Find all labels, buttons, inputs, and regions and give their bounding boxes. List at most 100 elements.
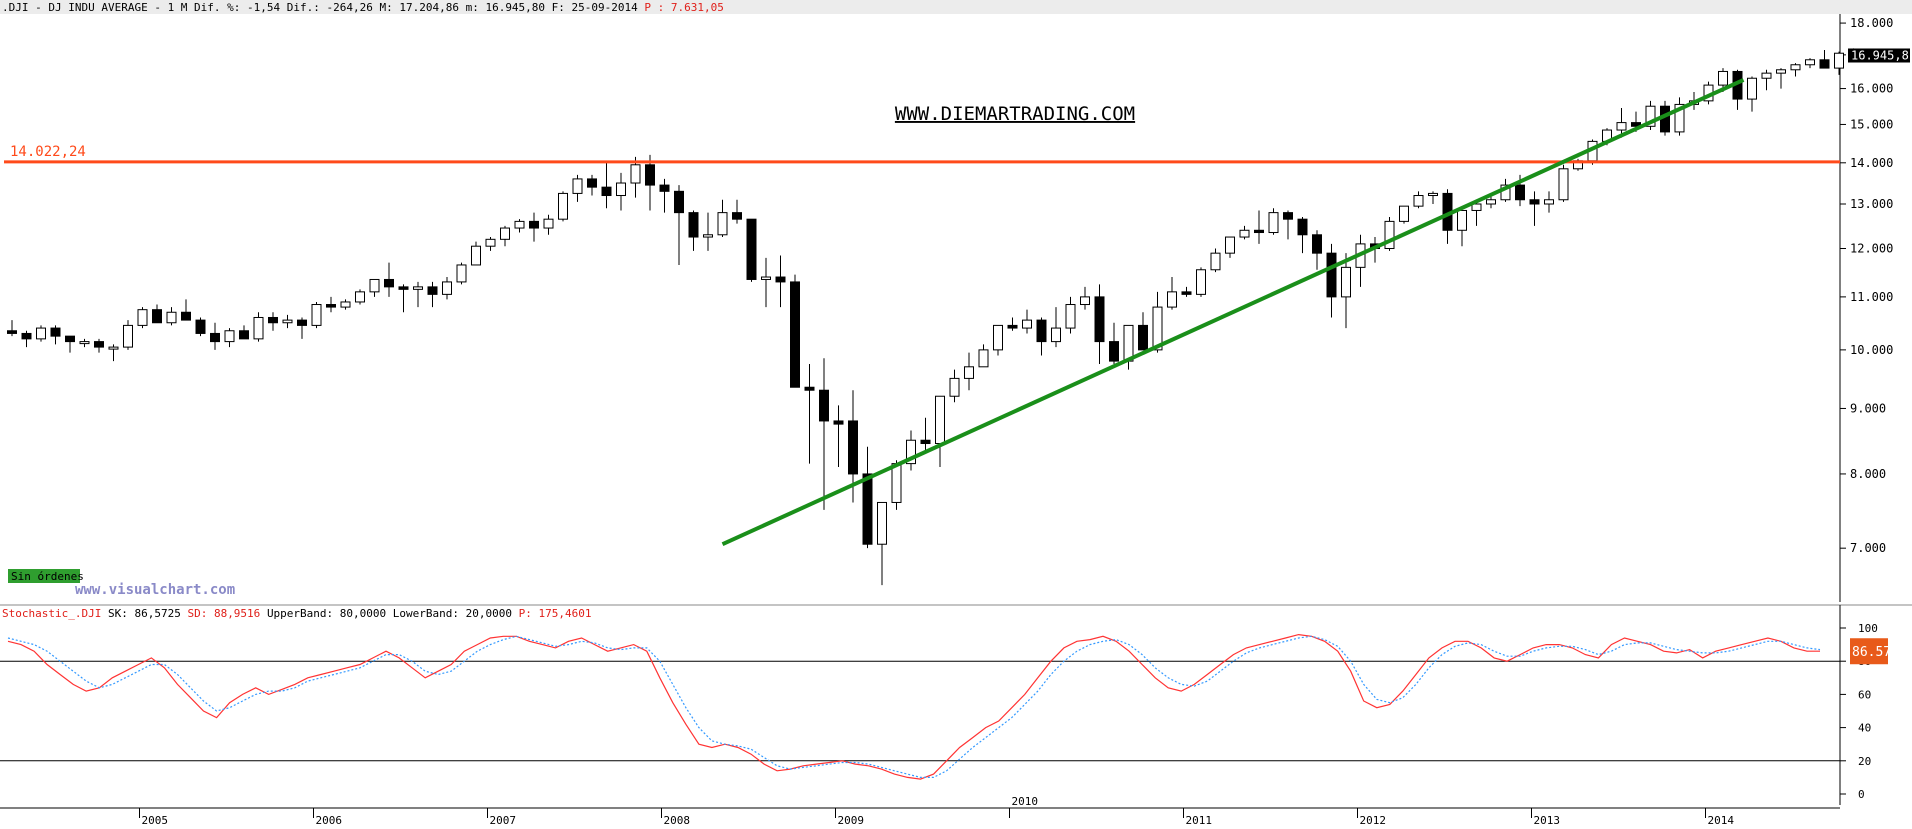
candle bbox=[1761, 72, 1772, 79]
candle bbox=[529, 220, 539, 229]
candle bbox=[326, 304, 336, 308]
stochastic-panel: Stochastic_.DJI SK: 86,5725 SD: 88,9516 … bbox=[0, 605, 1891, 805]
candle bbox=[79, 341, 90, 345]
candle bbox=[616, 182, 626, 197]
candle bbox=[369, 278, 380, 293]
year-label: 2009 bbox=[838, 814, 865, 827]
candle bbox=[804, 386, 815, 391]
resistance-label: 14.022,24 bbox=[10, 144, 86, 160]
year-label: 2008 bbox=[664, 814, 691, 827]
price-tick-label: 18.000 bbox=[1850, 16, 1893, 30]
candle bbox=[311, 304, 322, 326]
candle bbox=[732, 212, 742, 220]
candle bbox=[1399, 205, 1409, 222]
candle bbox=[1790, 64, 1801, 71]
price-tick-label: 9.000 bbox=[1850, 401, 1886, 415]
candle bbox=[1167, 291, 1177, 308]
stoch-header: Stochastic_.DJI SK: 86,5725 SD: 88,9516 … bbox=[2, 607, 591, 620]
candle bbox=[137, 309, 148, 326]
price-tick-label: 13.000 bbox=[1850, 197, 1893, 211]
stoch-tick-label: 40 bbox=[1858, 722, 1871, 735]
candle bbox=[384, 278, 394, 288]
candle bbox=[1297, 218, 1308, 236]
stoch-tick-label: 0 bbox=[1858, 788, 1865, 801]
candle bbox=[1036, 319, 1047, 343]
candle bbox=[688, 212, 699, 238]
candle bbox=[1819, 59, 1830, 69]
candle bbox=[877, 501, 887, 545]
candle bbox=[1805, 59, 1815, 66]
visualchart-watermark: www.visualchart.com bbox=[75, 582, 235, 598]
year-label: 2014 bbox=[1708, 814, 1735, 827]
candle bbox=[833, 420, 844, 425]
candle bbox=[195, 319, 206, 334]
candle bbox=[166, 311, 177, 324]
candle bbox=[1080, 296, 1090, 306]
candle bbox=[703, 234, 713, 238]
candle bbox=[7, 330, 17, 334]
price-panel: 7.000 8.000 9.000 10.000 11.000 12.000 13.000 1… bbox=[0, 14, 1910, 602]
candle bbox=[949, 377, 960, 397]
candle bbox=[630, 164, 641, 184]
candle bbox=[1718, 70, 1728, 86]
candle bbox=[790, 281, 800, 388]
candle bbox=[645, 164, 655, 186]
candle bbox=[558, 192, 568, 220]
candle bbox=[94, 341, 104, 348]
candle bbox=[587, 178, 597, 188]
candle bbox=[1065, 304, 1076, 329]
candle bbox=[1558, 168, 1569, 201]
candle bbox=[848, 420, 858, 475]
candle bbox=[1051, 327, 1061, 343]
candle bbox=[456, 264, 467, 283]
candle bbox=[1094, 296, 1105, 343]
candle bbox=[210, 332, 220, 343]
stoch-tick-label: 60 bbox=[1858, 688, 1871, 701]
candle bbox=[1254, 229, 1264, 234]
time-axis: 2005 2006 2007 2008 2009 2010 2011 2012 2013 2014 bbox=[0, 795, 1840, 827]
candle bbox=[862, 473, 873, 545]
candle bbox=[181, 311, 191, 321]
candle bbox=[1413, 195, 1424, 207]
candle bbox=[1007, 324, 1018, 329]
candle bbox=[746, 218, 757, 280]
candle bbox=[819, 389, 829, 422]
year-label: 2013 bbox=[1534, 814, 1561, 827]
candle bbox=[1457, 209, 1467, 231]
candle bbox=[1529, 199, 1540, 205]
candle bbox=[978, 349, 989, 368]
price-tick-label: 8.000 bbox=[1850, 467, 1886, 481]
candle bbox=[1747, 77, 1757, 100]
candle bbox=[1138, 324, 1148, 351]
candle bbox=[224, 330, 235, 343]
candle bbox=[1544, 199, 1554, 205]
candle bbox=[891, 463, 902, 503]
candle bbox=[1616, 122, 1627, 131]
header-info: .DJI - DJ INDU AVERAGE - 1 M Dif. %: -1,… bbox=[2, 1, 724, 14]
candle bbox=[674, 190, 684, 214]
price-tick-label: 16.000 bbox=[1850, 82, 1893, 96]
candle bbox=[253, 316, 264, 340]
candle bbox=[1283, 212, 1293, 220]
price-tick-label: 11.000 bbox=[1850, 290, 1893, 304]
candle bbox=[1341, 266, 1351, 298]
stoch-sd-line bbox=[7, 635, 1821, 779]
candle bbox=[152, 309, 162, 324]
candle bbox=[1834, 52, 1844, 69]
price-tick-label: 14.000 bbox=[1850, 156, 1893, 170]
stoch-lines bbox=[7, 633, 1821, 780]
candle bbox=[268, 316, 278, 324]
candle bbox=[123, 324, 133, 348]
candle bbox=[297, 319, 307, 326]
candle bbox=[659, 184, 670, 192]
candle bbox=[775, 276, 786, 283]
candle bbox=[543, 218, 554, 229]
candle bbox=[340, 301, 351, 308]
price-axis: 7.000 8.000 9.000 10.000 11.000 12.000 13.000 1… bbox=[1840, 16, 1893, 555]
candle bbox=[21, 332, 32, 340]
year-label: 2012 bbox=[1360, 814, 1387, 827]
candle bbox=[1022, 319, 1032, 329]
candle bbox=[239, 330, 249, 340]
year-label: 2011 bbox=[1186, 814, 1213, 827]
stoch-tick-label: 20 bbox=[1858, 755, 1871, 768]
